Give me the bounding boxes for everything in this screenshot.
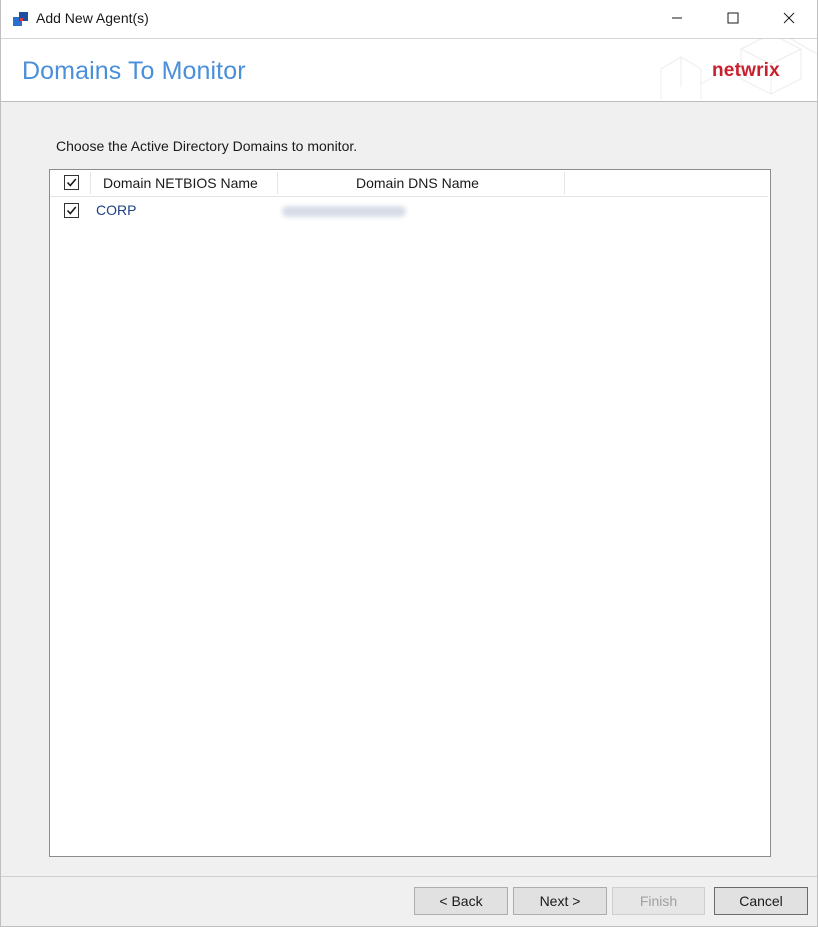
domains-list[interactable]: Domain NETBIOS Name Domain DNS Name CORP (49, 169, 771, 857)
maximize-button[interactable] (705, 0, 761, 36)
column-header-netbios[interactable]: Domain NETBIOS Name (103, 175, 258, 191)
cancel-button[interactable]: Cancel (714, 887, 808, 915)
finish-button[interactable]: Finish (612, 887, 705, 915)
checkmark-icon (66, 178, 77, 187)
list-header: Domain NETBIOS Name Domain DNS Name (50, 170, 768, 197)
netwrix-logo: netwrix (712, 60, 780, 81)
column-separator (564, 172, 565, 194)
instruction-text: Choose the Active Directory Domains to m… (56, 138, 358, 154)
minimize-icon (672, 17, 682, 19)
column-header-dns[interactable]: Domain DNS Name (356, 175, 479, 191)
column-separator (277, 172, 278, 194)
checkmark-icon (66, 206, 77, 215)
select-all-checkbox[interactable] (64, 175, 79, 190)
window-title: Add New Agent(s) (36, 10, 149, 26)
title-bar: Add New Agent(s) (1, 0, 817, 38)
app-icon (13, 12, 28, 26)
domain-dns-name-redacted (282, 206, 406, 217)
close-button[interactable] (761, 0, 817, 36)
close-icon (783, 12, 795, 24)
row-checkbox[interactable] (64, 203, 79, 218)
next-button[interactable]: Next > (513, 887, 607, 915)
page-title: Domains To Monitor (22, 57, 246, 85)
add-agent-dialog: Add New Agent(s) Domains To Monitor netw… (0, 0, 818, 927)
back-button[interactable]: < Back (414, 887, 508, 915)
table-row[interactable]: CORP (50, 197, 768, 223)
wizard-header: Domains To Monitor netwrix (1, 38, 817, 102)
footer-divider (1, 876, 817, 877)
minimize-button[interactable] (649, 0, 705, 36)
domain-netbios-name: CORP (96, 202, 137, 218)
column-separator (90, 172, 91, 194)
maximize-icon (727, 12, 739, 24)
